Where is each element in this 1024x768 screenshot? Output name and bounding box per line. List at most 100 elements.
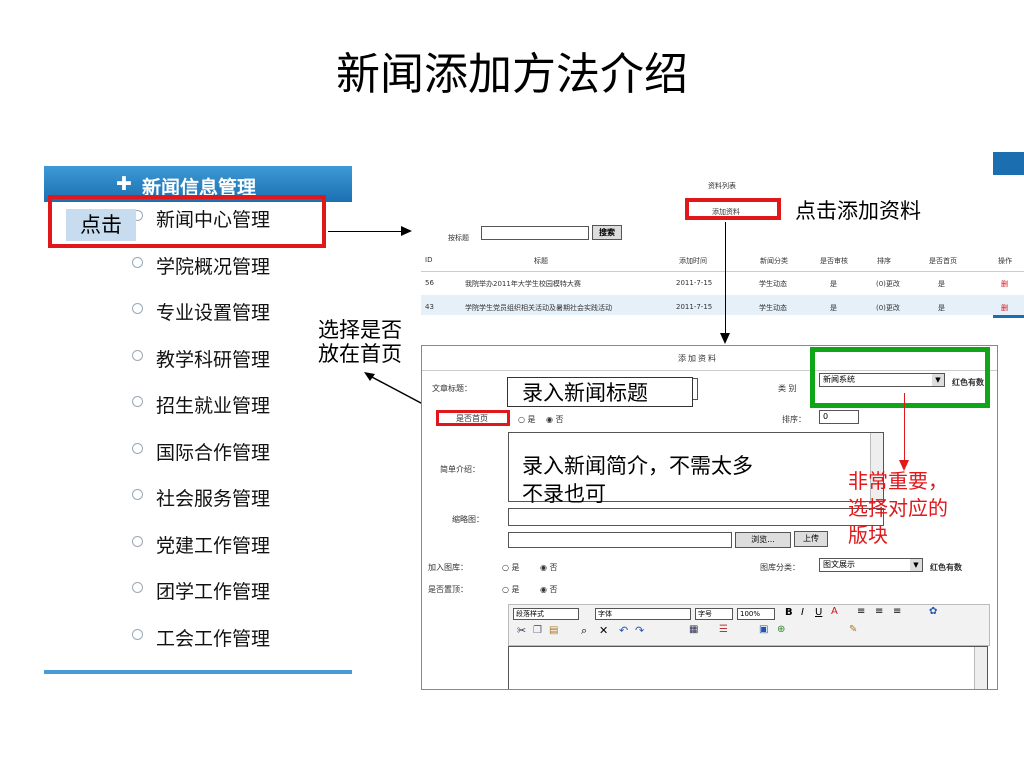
align-left-icon[interactable]: ≡ xyxy=(857,606,865,617)
cell: 2011-7-15 xyxy=(676,303,713,311)
cell-title[interactable]: 学院学生党员组织相关活动及暑期社会实践活动 xyxy=(465,303,612,313)
dropdown-arrow-icon: ▼ xyxy=(910,559,922,571)
gallery-note: 红色有数 xyxy=(930,563,962,572)
gallery-cat-select[interactable]: 图文展示 ▼ xyxy=(819,558,923,572)
search-button[interactable]: 搜索 xyxy=(592,225,622,240)
cell-order[interactable]: (0)更改 xyxy=(876,303,900,313)
nav-item[interactable]: 专业设置管理 xyxy=(44,289,352,335)
arrow-head-to-form xyxy=(720,333,730,344)
bullet-icon xyxy=(132,442,143,454)
order-input[interactable]: 0 xyxy=(819,410,859,424)
label-gallery: 加入图库： xyxy=(428,563,468,572)
nav-item-label: 教学科研管理 xyxy=(156,348,271,371)
radio-home-no[interactable]: ◉ 否 xyxy=(546,414,564,425)
cell: 43 xyxy=(425,303,434,311)
bullet-icon xyxy=(132,535,143,547)
font-color-icon[interactable]: A xyxy=(831,606,838,617)
search-input[interactable] xyxy=(481,226,589,240)
delete-link[interactable]: 删 xyxy=(1001,279,1008,289)
bullet-icon xyxy=(132,582,143,593)
list-header-row: ID 标题 添加时间 新闻分类 是否审核 排序 是否首页 操作 xyxy=(421,249,1024,272)
nav-item-label: 党建工作管理 xyxy=(156,534,271,557)
label-title: 文章标题： xyxy=(432,384,472,393)
bullet-icon xyxy=(132,628,143,640)
important-note: 非常重要， 选择对应的 版块 xyxy=(848,469,948,547)
bold-icon[interactable]: B xyxy=(785,607,793,618)
radio-gallery-yes[interactable]: ○ 是 xyxy=(502,562,520,573)
nav-item[interactable]: 学院概况管理 xyxy=(44,243,352,289)
nav-item-label: 学院概况管理 xyxy=(156,255,271,278)
cell-title[interactable]: 我院举办2011年大学生校园模特大赛 xyxy=(465,279,581,289)
paragraph-style-select[interactable]: 段落样式 xyxy=(513,608,579,620)
redo-icon[interactable]: ↷ xyxy=(635,624,644,637)
align-right-icon[interactable]: ≡ xyxy=(893,606,901,617)
editor-toolbar: 段落样式 字体 字号 100% B I U A ≡ ≡ ≡ ✿ ✂ ❐ ▤ ⌕ … xyxy=(508,604,990,646)
list-icon[interactable]: ☰ xyxy=(719,624,728,635)
table-row: 43 学院学生党员组织相关活动及暑期社会实践活动 2011-7-15 学生动态 … xyxy=(421,295,1024,315)
arrow-head-to-list xyxy=(401,226,412,236)
thumb-input[interactable] xyxy=(508,508,884,526)
nav-bottom-bar xyxy=(44,670,352,674)
radio-gallery-no[interactable]: ◉ 否 xyxy=(540,562,558,573)
cell-order[interactable]: (0)更改 xyxy=(876,279,900,289)
upload-button[interactable]: 上传 xyxy=(794,531,828,547)
page-title: 新闻添加方法介绍 xyxy=(336,49,688,100)
link-icon[interactable]: ⊕ xyxy=(777,624,785,635)
cell: 56 xyxy=(425,279,434,287)
underline-icon[interactable]: U xyxy=(815,607,822,618)
nav-item-label: 招生就业管理 xyxy=(156,395,271,417)
paste-icon[interactable]: ▤ xyxy=(549,625,558,636)
radio-home-yes[interactable]: ○ 是 xyxy=(518,414,536,425)
bullet-icon xyxy=(132,303,143,314)
bullet-icon xyxy=(132,396,143,407)
label-gallery-cat: 图库分类： xyxy=(760,563,800,572)
file-path-input[interactable] xyxy=(508,532,732,548)
link-list[interactable]: 资料列表 xyxy=(708,181,736,191)
table-icon[interactable]: ▦ xyxy=(689,624,698,635)
search-label: 按标题 xyxy=(448,234,469,242)
zoom-select[interactable]: 100% xyxy=(737,608,775,620)
clear-icon[interactable]: ✕ xyxy=(599,624,608,637)
spellcheck-icon[interactable]: ✿ xyxy=(929,606,937,617)
arrow-line-to-list xyxy=(328,231,406,232)
radio-top-no[interactable]: ◉ 否 xyxy=(540,584,558,595)
italic-icon[interactable]: I xyxy=(801,607,804,618)
font-select[interactable]: 字体 xyxy=(595,608,691,620)
delete-link[interactable]: 删 xyxy=(1001,303,1008,313)
nav-item-label: 社会服务管理 xyxy=(156,488,271,510)
click-add-note: 点击添加资料 xyxy=(795,199,921,223)
font-size-select[interactable]: 字号 xyxy=(695,608,733,620)
click-callout: 点击 xyxy=(66,209,136,241)
nav-item[interactable]: 社会服务管理 xyxy=(44,475,352,521)
copy-icon[interactable]: ❐ xyxy=(533,625,542,636)
bullet-icon xyxy=(132,489,143,500)
nav-item[interactable]: 工会工作管理 xyxy=(44,615,352,661)
browse-button[interactable]: 浏览... xyxy=(735,532,791,548)
special-icon[interactable]: ✎ xyxy=(849,624,857,635)
col-header: ID xyxy=(425,256,433,264)
label-category: 类 别 xyxy=(778,384,797,393)
align-center-icon[interactable]: ≡ xyxy=(875,606,883,617)
find-icon[interactable]: ⌕ xyxy=(581,624,587,638)
image-icon[interactable]: ▣ xyxy=(759,624,768,635)
undo-icon[interactable]: ↶ xyxy=(619,624,628,637)
nav-item[interactable]: 国际合作管理 xyxy=(44,429,352,475)
intro-note: 录入新闻简介，不需太多 不录也可 xyxy=(522,454,753,506)
cell: 是 xyxy=(830,280,837,288)
col-header: 排序 xyxy=(877,257,891,265)
nav-item[interactable]: 团学工作管理 xyxy=(44,568,352,614)
cut-icon[interactable]: ✂ xyxy=(517,624,526,637)
nav-item[interactable]: 招生就业管理 xyxy=(44,382,352,428)
scrollbar[interactable] xyxy=(974,647,987,689)
col-header: 标题 xyxy=(534,257,548,265)
radio-top-yes[interactable]: ○ 是 xyxy=(502,584,520,595)
editor-content[interactable] xyxy=(508,646,988,689)
bullet-icon xyxy=(132,256,143,268)
nav-item[interactable]: 党建工作管理 xyxy=(44,522,352,568)
nav-item[interactable]: 教学科研管理 xyxy=(44,336,352,382)
col-header: 操作 xyxy=(998,257,1012,265)
col-header: 是否首页 xyxy=(929,257,957,265)
cell: 2011-7-15 xyxy=(676,279,713,287)
nav-item-label: 国际合作管理 xyxy=(156,441,271,464)
form-header: 添加资料 xyxy=(678,354,718,363)
